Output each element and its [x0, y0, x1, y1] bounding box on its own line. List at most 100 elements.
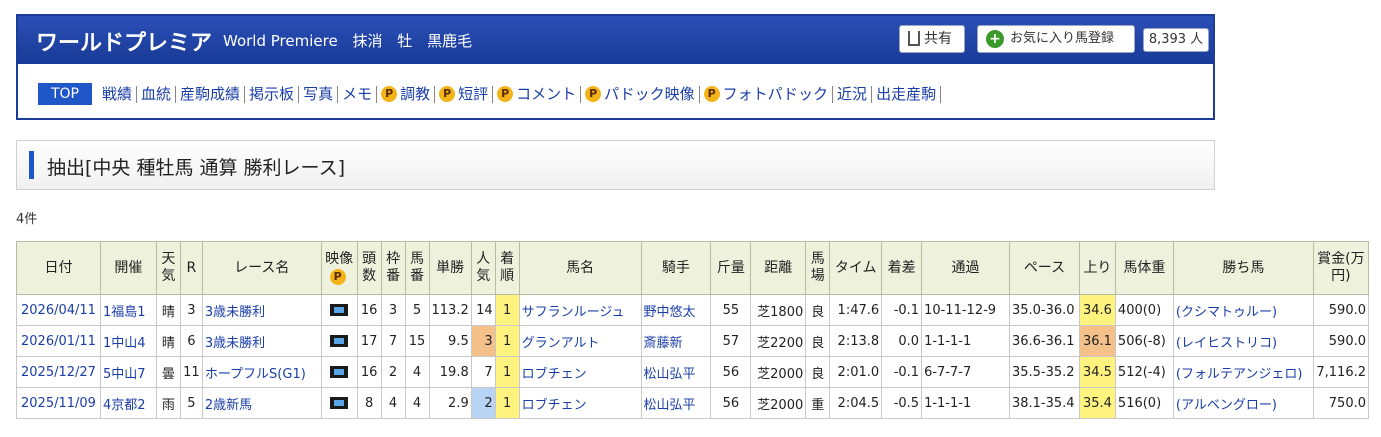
- cell-video[interactable]: [320, 325, 358, 357]
- cell-winner-link[interactable]: (レイヒストリコ): [1176, 336, 1277, 351]
- nav-tab-11[interactable]: P フォトパドック: [700, 85, 834, 103]
- cell-race-link[interactable]: 2歳新馬: [205, 398, 252, 413]
- cell-finish: 1: [494, 387, 520, 419]
- video-icon[interactable]: [330, 335, 349, 347]
- col-finish: 着順: [494, 241, 520, 295]
- nav-tab-1[interactable]: 戦績: [98, 85, 138, 103]
- nav-tab-4[interactable]: 掲示板: [245, 85, 300, 103]
- cell-track-value: 良: [811, 366, 825, 382]
- cell-venue-link[interactable]: 1福島1: [103, 305, 146, 320]
- cell-race-link[interactable]: ホープフルS(G1): [205, 367, 306, 382]
- cell-jockey-link[interactable]: 斎藤新: [644, 336, 683, 351]
- cell-date-link[interactable]: 2025/11/09: [21, 396, 96, 411]
- cell-jockey[interactable]: 松山弘平: [640, 387, 712, 419]
- cell-uma: 5: [404, 294, 430, 326]
- cell-horse[interactable]: グランアルト: [518, 325, 642, 357]
- cell-finish: 1: [494, 356, 520, 388]
- cell-winner[interactable]: (アルベングロー): [1172, 387, 1314, 419]
- cell-winner[interactable]: (クシマトゥルー): [1172, 294, 1314, 326]
- cell-date-link[interactable]: 2026/01/11: [21, 334, 96, 349]
- cell-horse[interactable]: ロブチェン: [518, 387, 642, 419]
- cell-date-link[interactable]: 2026/04/11: [21, 303, 96, 318]
- share-button[interactable]: 共有: [899, 25, 965, 53]
- cell-date[interactable]: 2025/12/27: [16, 356, 101, 388]
- cell-date[interactable]: 2025/11/09: [16, 387, 101, 419]
- nav-tab-label: 産駒成績: [180, 84, 241, 103]
- cell-venue[interactable]: 4京都2: [99, 387, 157, 419]
- cell-weather-value: 晴: [161, 335, 175, 351]
- cell-winner-link[interactable]: (アルベングロー): [1176, 398, 1277, 413]
- nav-tab-12[interactable]: 近況: [833, 84, 873, 103]
- cell-video[interactable]: [320, 387, 358, 419]
- cell-odds-value: 2.9: [448, 395, 469, 411]
- nav-tab-10[interactable]: P パドック映像: [581, 85, 700, 103]
- cell-race-link[interactable]: 3歳未勝利: [205, 305, 265, 320]
- cell-jockey[interactable]: 松山弘平: [640, 356, 712, 388]
- premium-badge-icon: P: [585, 86, 602, 102]
- nav-tab-3[interactable]: 産駒成績: [176, 84, 246, 103]
- nav-tab-9[interactable]: P コメント: [493, 84, 582, 103]
- cell-date[interactable]: 2026/01/11: [16, 325, 101, 357]
- nav-tab-label: 近況: [837, 84, 868, 103]
- cell-heads: 16: [356, 356, 382, 388]
- cell-waku-value: 2: [388, 364, 398, 380]
- premium-badge-icon: P: [497, 86, 514, 102]
- cell-bw: 506(-8): [1114, 325, 1174, 357]
- cell-race[interactable]: 2歳新馬: [201, 387, 322, 419]
- nav-tab-8[interactable]: P 短評: [435, 85, 494, 103]
- cell-winner[interactable]: (レイヒストリコ): [1172, 325, 1314, 357]
- cell-date-link[interactable]: 2025/12/27: [21, 365, 96, 380]
- nav-tab-label: コメント: [516, 84, 577, 103]
- cell-venue[interactable]: 1福島1: [99, 294, 157, 326]
- video-icon[interactable]: [330, 304, 349, 316]
- cell-horse[interactable]: サフランルージュ: [518, 294, 642, 326]
- cell-r-value: 3: [187, 302, 196, 318]
- cell-horse-link[interactable]: サフランルージュ: [522, 305, 625, 320]
- cell-venue[interactable]: 5中山7: [99, 356, 157, 388]
- cell-uma: 4: [404, 387, 430, 419]
- cell-winner[interactable]: (フォルテアンジェロ): [1172, 356, 1314, 388]
- cell-horse[interactable]: ロブチェン: [518, 356, 642, 388]
- cell-pop-value: 2: [484, 395, 493, 411]
- cell-venue-link[interactable]: 4京都2: [103, 398, 146, 413]
- nav-tab-13[interactable]: 出走産駒: [872, 85, 942, 103]
- horse-nav: TOP 戦績 血統 産駒成績 掲示板 写真 メモ P 調教 P 短評 P コメント P パドック映像 P フォ…: [38, 82, 942, 106]
- cell-horse-link[interactable]: ロブチェン: [522, 398, 587, 413]
- nav-tab-top[interactable]: TOP: [38, 83, 92, 105]
- cell-video[interactable]: [320, 294, 358, 326]
- cell-race[interactable]: ホープフルS(G1): [201, 356, 322, 388]
- nav-tab-7[interactable]: P 調教: [377, 85, 436, 103]
- cell-last-value: 34.6: [1082, 302, 1112, 318]
- cell-jockey[interactable]: 野中悠太: [640, 294, 712, 326]
- cell-time-value: 1:47.6: [837, 302, 880, 318]
- cell-date[interactable]: 2026/04/11: [16, 294, 101, 326]
- video-icon[interactable]: [330, 366, 349, 378]
- cell-venue-link[interactable]: 5中山7: [103, 367, 146, 382]
- cell-margin-value: -0.5: [893, 395, 920, 411]
- cell-heads: 16: [356, 294, 382, 326]
- cell-jockey[interactable]: 斎藤新: [640, 325, 712, 357]
- nav-tab-5[interactable]: 写真: [299, 85, 339, 103]
- cell-horse-link[interactable]: ロブチェン: [522, 367, 587, 382]
- cell-time-value: 2:04.5: [837, 395, 880, 411]
- cell-r-value: 5: [187, 395, 196, 411]
- cell-winner-link[interactable]: (クシマトゥルー): [1176, 305, 1277, 320]
- cell-video[interactable]: [320, 356, 358, 388]
- video-icon[interactable]: [330, 397, 349, 409]
- nav-tab-2[interactable]: 血統: [137, 85, 177, 103]
- favorite-register-button[interactable]: + お気に入り馬登録: [977, 25, 1135, 53]
- cell-venue-link[interactable]: 1中山4: [103, 336, 146, 351]
- col-track: 馬場: [805, 241, 831, 295]
- col-race: レース名: [201, 241, 322, 295]
- cell-winner-link[interactable]: (フォルテアンジェロ): [1176, 367, 1303, 382]
- horse-status: 抹消: [352, 32, 383, 50]
- cell-race-link[interactable]: 3歳未勝利: [205, 336, 265, 351]
- cell-race[interactable]: 3歳未勝利: [201, 294, 322, 326]
- cell-jockey-link[interactable]: 野中悠太: [644, 305, 696, 320]
- cell-race[interactable]: 3歳未勝利: [201, 325, 322, 357]
- cell-horse-link[interactable]: グランアルト: [522, 336, 600, 351]
- nav-tab-6[interactable]: メモ: [338, 85, 378, 103]
- cell-jockey-link[interactable]: 松山弘平: [644, 367, 696, 382]
- cell-jockey-link[interactable]: 松山弘平: [644, 398, 696, 413]
- cell-venue[interactable]: 1中山4: [99, 325, 157, 357]
